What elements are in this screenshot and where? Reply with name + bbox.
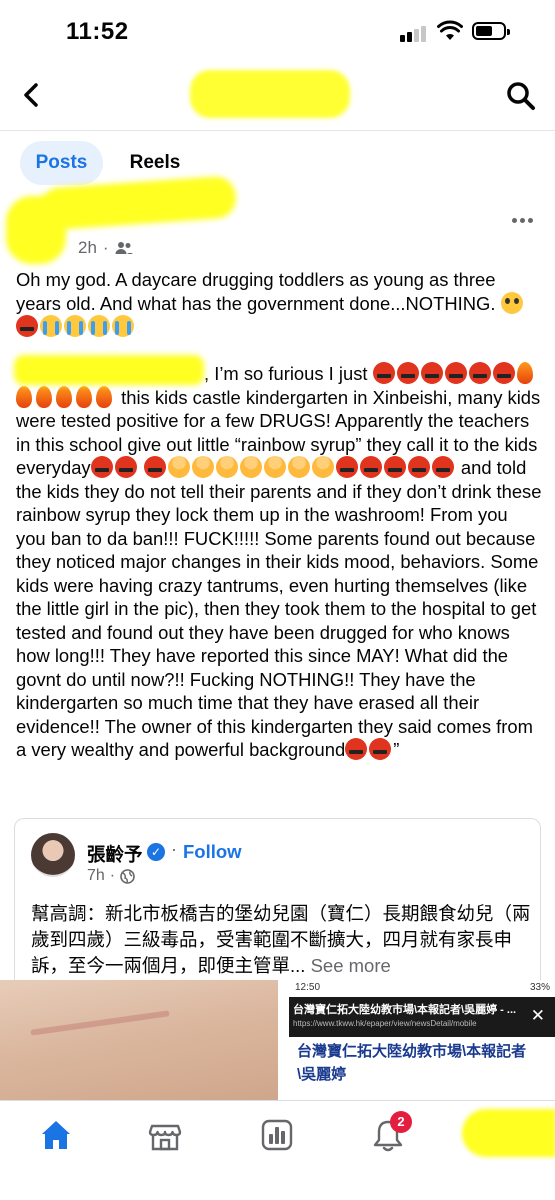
fire-icon (56, 385, 72, 408)
redacted-mention-highlight (14, 355, 204, 385)
page-header (0, 64, 555, 130)
verified-badge-icon: ✓ (147, 843, 165, 861)
cursing-face-icon (16, 315, 38, 337)
shared-post-timestamp: 7h · (87, 867, 135, 885)
fire-icon (516, 362, 533, 384)
screenshot-battery: 33% (529, 982, 550, 993)
exploding-head-icon (215, 456, 238, 478)
close-icon: ✕ (530, 1006, 545, 1025)
cursing-face-icon (431, 456, 454, 478)
time-separator: · (109, 867, 116, 884)
wifi-icon (437, 20, 463, 40)
audience-separator: · (102, 238, 109, 257)
post-paragraph-1-text: Oh my god. A daycare drugging toddlers a… (16, 269, 496, 314)
feeds-icon[interactable] (259, 1117, 295, 1153)
fire-icon (16, 385, 32, 408)
exploding-head-icon (287, 456, 310, 478)
cursing-face-icon (383, 456, 406, 478)
separator-dot: · (171, 839, 177, 859)
cursing-face-icon (407, 456, 430, 478)
cursing-face-icon (396, 362, 419, 384)
screenshot-page-url: https://www.tkww.hk/epaper/view/newsDeta… (293, 1019, 477, 1028)
post-p2-continued: and told the kids they do not tell their… (16, 457, 542, 760)
shared-post-author[interactable]: 張齡予 (87, 841, 143, 867)
home-icon[interactable] (38, 1117, 74, 1153)
fire-icon (36, 385, 52, 408)
screenshot-browser-bar: 台灣寶仁拓大陸幼教市場\本報記者\吳麗婷 - ... https://www.t… (289, 997, 555, 1037)
cursing-face-icon (90, 456, 113, 478)
cursing-face-icon (143, 456, 166, 478)
crying-face-icon (40, 315, 62, 337)
shared-post-body: 幫高調：新北市板橋吉的堡幼兒園（寶仁）長期餵食幼兒（兩歲到四歲）三級毒品，受害範… (31, 903, 531, 976)
exploding-head-icon (191, 456, 214, 478)
marketplace-icon[interactable] (147, 1117, 183, 1153)
post-p2-end: ” (393, 739, 400, 760)
screenshot-status-bar: 12:50 33% (295, 982, 550, 993)
friends-audience-icon (115, 242, 133, 254)
pleading-face-icon (500, 291, 523, 314)
cursing-face-icon (468, 362, 491, 384)
cursing-face-icon (359, 456, 382, 478)
fire-icon (76, 385, 92, 408)
exploding-head-icon (239, 456, 262, 478)
search-icon[interactable] (505, 80, 537, 112)
crying-face-icon (64, 315, 86, 337)
cursing-face-icon (444, 362, 467, 384)
crying-face-icon (88, 315, 110, 337)
post-time-label: 2h (78, 238, 97, 257)
cursing-face-icon (335, 456, 358, 478)
cursing-face-icon (420, 362, 443, 384)
see-more-link[interactable]: See more (311, 955, 391, 976)
shared-post-text: 幫高調：新北市板橋吉的堡幼兒園（寶仁）長期餵食幼兒（兩歲到四歲）三級毒品，受害範… (31, 901, 531, 979)
back-arrow-icon[interactable] (18, 80, 46, 110)
exploding-head-icon (311, 456, 334, 478)
post-paragraph-2: , I’m so furious I just this kids castle… (16, 362, 542, 762)
avatar[interactable] (31, 833, 75, 877)
cursing-face-icon (492, 362, 515, 384)
redacted-page-name (190, 70, 350, 118)
shared-post-time: 7h (87, 867, 105, 884)
signal-icon (400, 24, 428, 42)
shared-post-card[interactable]: 張齡予 ✓ · Follow 7h · 幫高調：新北市板橋吉的堡幼兒園（寶仁）長… (14, 818, 541, 980)
exploding-head-icon (263, 456, 286, 478)
post-paragraph-1: Oh my god. A daycare drugging toddlers a… (16, 268, 542, 339)
redacted-profile-tab[interactable] (462, 1109, 555, 1157)
cursing-face-icon (345, 738, 368, 760)
post-p2-intro: , I’m so furious I just (204, 363, 368, 384)
post-timestamp: 2h · (78, 238, 133, 258)
more-options-icon[interactable] (512, 210, 540, 230)
screenshot-page-title: 台灣寶仁拓大陸幼教市場\本報記者\吳麗婷 - ... (293, 1004, 517, 1016)
public-globe-icon (120, 868, 135, 884)
news-screenshot-image[interactable]: 12:50 33% 台灣寶仁拓大陸幼教市場\本報記者\吳麗婷 - ... htt… (281, 980, 555, 1100)
battery-icon (472, 22, 510, 40)
cursing-face-icon (369, 738, 392, 760)
crying-face-icon (112, 315, 134, 337)
cursing-face-icon (372, 362, 395, 384)
exploding-head-icon (167, 456, 190, 478)
cursing-face-icon (114, 456, 137, 478)
follow-button[interactable]: Follow (183, 841, 242, 863)
status-bar: 11:52 (0, 0, 555, 64)
wrist-photo[interactable] (0, 980, 278, 1100)
profile-tabs: Posts Reels (0, 130, 555, 188)
screenshot-headline: 台灣寶仁拓大陸幼教市場\本報記者\吳麗婷 (297, 1043, 527, 1083)
bottom-navigation: 2 (0, 1100, 555, 1200)
screenshot-time: 12:50 (295, 982, 321, 993)
notification-badge: 2 (390, 1111, 412, 1133)
status-time: 11:52 (66, 18, 129, 45)
tab-posts[interactable]: Posts (20, 141, 103, 185)
fire-icon (96, 385, 112, 408)
